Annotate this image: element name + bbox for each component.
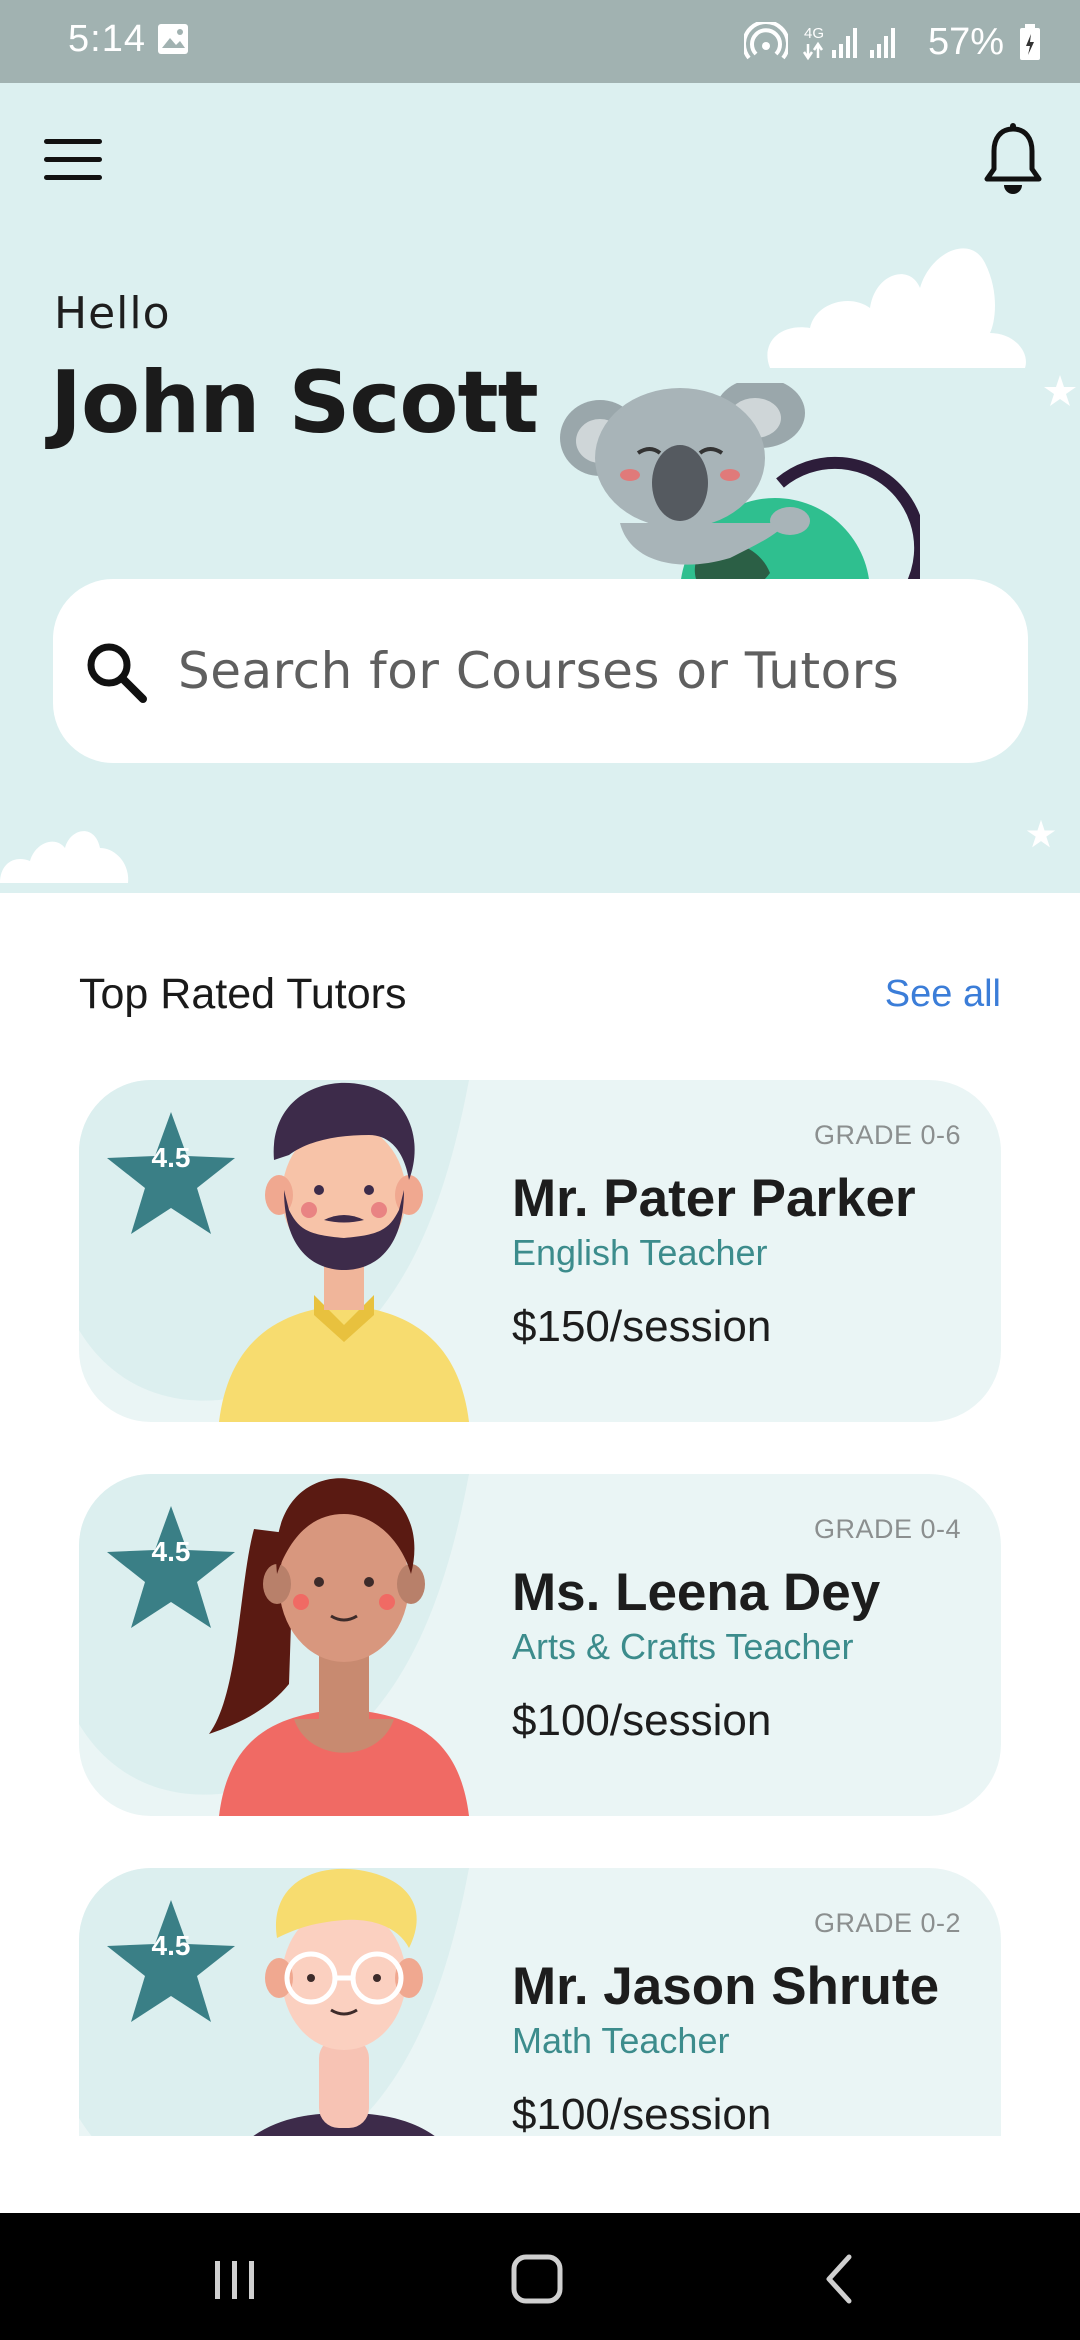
tutor-subject: Math Teacher bbox=[512, 2020, 730, 2061]
cloud-illustration bbox=[767, 248, 1026, 368]
tutor-name: Mr. Jason Shrute bbox=[512, 1957, 940, 2016]
system-nav-bar bbox=[0, 2213, 1080, 2340]
grade-label: GRADE 0-2 bbox=[813, 1908, 961, 1938]
see-all-link[interactable]: See all bbox=[885, 973, 1001, 1016]
status-right-group: 4G 57% bbox=[743, 14, 1042, 70]
tutor-price: $100/session bbox=[512, 2090, 772, 2136]
star-decoration bbox=[1044, 375, 1076, 406]
tutor-price: $150/session bbox=[512, 1302, 772, 1351]
battery-percent: 57% bbox=[927, 20, 1004, 63]
back-icon[interactable] bbox=[805, 2243, 875, 2313]
gallery-icon bbox=[158, 24, 188, 54]
tutor-price: $100/session bbox=[512, 1696, 772, 1745]
menu-icon[interactable] bbox=[40, 133, 106, 189]
tutor-list: 4.5 GRADE 0-6 Mr. Pater Parker English T… bbox=[79, 1080, 1001, 2136]
cloud-illustration bbox=[0, 831, 129, 883]
hotspot-icon bbox=[743, 22, 788, 60]
section-title: Top Rated Tutors bbox=[79, 970, 407, 1018]
svg-text:4G: 4G bbox=[804, 25, 824, 42]
tutor-avatar bbox=[209, 1478, 469, 1816]
search-input[interactable] bbox=[178, 623, 998, 719]
hero-header: Hello John Scott bbox=[0, 83, 1080, 893]
grade-label: GRADE 0-6 bbox=[813, 1120, 961, 1150]
greeting-text: Hello bbox=[54, 288, 171, 339]
status-time: 5:14 bbox=[68, 18, 146, 60]
status-bar: 5:14 4G 57% bbox=[0, 0, 1080, 83]
tutor-avatar bbox=[253, 1868, 435, 2136]
tutor-name: Mr. Pater Parker bbox=[512, 1169, 916, 1228]
tutor-card[interactable]: 4.5 GRADE 0-6 Mr. Pater Parker English T… bbox=[79, 1080, 1001, 1422]
star-decoration bbox=[1026, 819, 1056, 848]
tutor-name: Ms. Leena Dey bbox=[512, 1563, 881, 1622]
battery-icon bbox=[1020, 24, 1040, 60]
bell-icon[interactable] bbox=[982, 123, 1044, 197]
user-name: John Scott bbox=[50, 353, 539, 453]
search-icon bbox=[87, 643, 147, 703]
tutor-avatar bbox=[219, 1082, 469, 1422]
grade-label: GRADE 0-4 bbox=[813, 1514, 961, 1544]
signal-icon: 4G bbox=[802, 25, 895, 61]
home-icon[interactable] bbox=[502, 2243, 572, 2313]
tutor-subject: English Teacher bbox=[512, 1232, 768, 1273]
tutor-subject: Arts & Crafts Teacher bbox=[512, 1626, 854, 1667]
tutor-card[interactable]: 4.5 GRADE 0-4 Ms. Leena Dey Arts & Craft… bbox=[79, 1474, 1001, 1816]
search-bar[interactable] bbox=[53, 579, 1028, 763]
recent-apps-icon[interactable] bbox=[200, 2243, 270, 2313]
tutor-card[interactable]: 4.5 GRADE 0-2 Mr. Jason Shrute Math Teac… bbox=[79, 1868, 1001, 2136]
